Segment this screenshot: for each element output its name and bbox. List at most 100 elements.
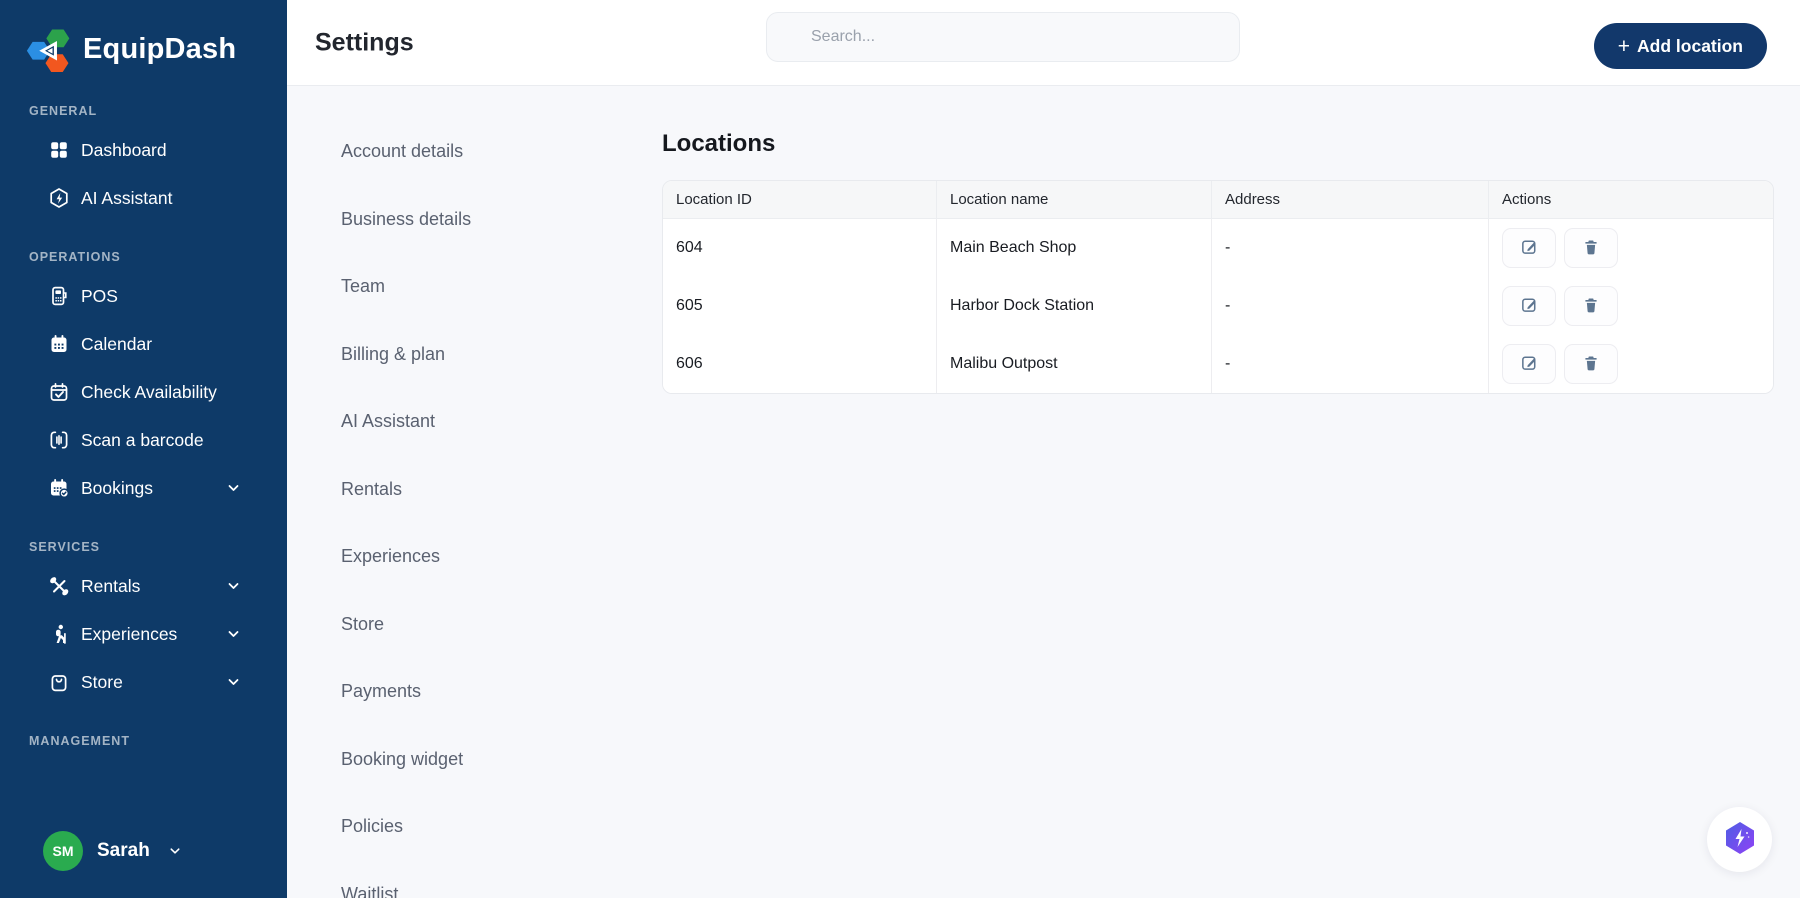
- add-location-button[interactable]: + Add location: [1593, 23, 1767, 69]
- cell-location-name: Main Beach Shop: [937, 219, 1212, 277]
- table-header-row: Location ID Location name Address Action…: [663, 181, 1773, 219]
- section-label-management: MANAGEMENT: [29, 734, 130, 748]
- cell-location-id: 606: [663, 335, 937, 393]
- shopping-bag-icon: [48, 671, 70, 693]
- row-actions: [1502, 344, 1760, 384]
- sidebar-item-label: POS: [81, 285, 118, 306]
- top-bar: Settings + Add location: [287, 0, 1800, 86]
- locations-section: Locations Location ID Location name Addr…: [662, 130, 1774, 394]
- main-area: Settings + Add location Account details …: [287, 0, 1800, 898]
- trash-icon: [1582, 354, 1600, 375]
- trash-icon: [1582, 296, 1600, 317]
- sidebar-item-label: Scan a barcode: [81, 429, 204, 450]
- row-actions: [1502, 228, 1760, 268]
- page-title: Settings: [315, 28, 414, 56]
- edit-location-button[interactable]: [1502, 286, 1556, 326]
- cell-location-name: Malibu Outpost: [937, 335, 1212, 393]
- user-menu[interactable]: SM Sarah: [43, 831, 182, 871]
- pos-terminal-icon: [48, 285, 70, 307]
- sidebar-item-ai-assistant[interactable]: AI Assistant: [48, 174, 269, 222]
- content-area: Account details Business details Team Bi…: [287, 86, 1800, 898]
- edit-location-button[interactable]: [1502, 344, 1556, 384]
- hexagon-lightning-icon: [1723, 821, 1757, 858]
- sidebar-item-experiences[interactable]: Experiences: [48, 610, 269, 658]
- cell-address: -: [1212, 335, 1489, 393]
- settings-menu-item-billing-plan[interactable]: Billing & plan: [341, 321, 471, 389]
- avatar: SM: [43, 831, 83, 871]
- cell-location-name: Harbor Dock Station: [937, 277, 1212, 335]
- settings-menu-item-rentals[interactable]: Rentals: [341, 456, 471, 524]
- settings-menu-item-booking-widget[interactable]: Booking widget: [341, 726, 471, 794]
- sidebar-item-calendar[interactable]: Calendar: [48, 320, 269, 368]
- sidebar-item-label: Rentals: [81, 575, 141, 596]
- edit-icon: [1520, 353, 1539, 375]
- cell-location-id: 604: [663, 219, 937, 277]
- settings-menu-item-payments[interactable]: Payments: [341, 658, 471, 726]
- sidebar-item-pos[interactable]: POS: [48, 272, 269, 320]
- calendar-check-icon: [48, 381, 70, 403]
- add-location-label: Add location: [1637, 35, 1743, 56]
- sidebar: EquipDash GENERAL Dashboard AI Assistant…: [0, 0, 287, 898]
- delete-location-button[interactable]: [1564, 286, 1618, 326]
- sidebar-item-scan-barcode[interactable]: Scan a barcode: [48, 416, 269, 464]
- equipdash-logo-icon: [26, 26, 72, 72]
- locations-table: Location ID Location name Address Action…: [662, 180, 1774, 394]
- chevron-down-icon: [226, 675, 241, 690]
- sidebar-item-store[interactable]: Store: [48, 658, 269, 706]
- edit-icon: [1520, 295, 1539, 317]
- table-row: 606 Malibu Outpost -: [663, 335, 1773, 393]
- column-header-actions: Actions: [1489, 181, 1773, 219]
- delete-location-button[interactable]: [1564, 228, 1618, 268]
- section-label-services: SERVICES: [29, 540, 100, 554]
- settings-menu-item-ai-assistant[interactable]: AI Assistant: [341, 388, 471, 456]
- sidebar-item-label: Experiences: [81, 623, 178, 644]
- cell-address: -: [1212, 219, 1489, 277]
- settings-menu-item-account-details[interactable]: Account details: [341, 118, 471, 186]
- brand-logo[interactable]: EquipDash: [0, 0, 287, 72]
- barcode-scan-icon: [48, 429, 70, 451]
- search-input[interactable]: [766, 12, 1240, 62]
- column-header-location-id: Location ID: [663, 181, 937, 219]
- calendar-badge-icon: [48, 477, 70, 499]
- sidebar-item-label: Store: [81, 671, 123, 692]
- settings-menu: Account details Business details Team Bi…: [341, 118, 471, 898]
- sidebar-nav: GENERAL Dashboard AI Assistant OPERATION…: [0, 104, 287, 748]
- chevron-down-icon: [226, 481, 241, 496]
- cell-location-id: 605: [663, 277, 937, 335]
- section-label-general: GENERAL: [29, 104, 98, 118]
- trash-icon: [1582, 238, 1600, 259]
- hiker-icon: [48, 623, 70, 645]
- sidebar-item-bookings[interactable]: Bookings: [48, 464, 269, 512]
- settings-menu-item-business-details[interactable]: Business details: [341, 186, 471, 254]
- settings-menu-item-experiences[interactable]: Experiences: [341, 523, 471, 591]
- delete-location-button[interactable]: [1564, 344, 1618, 384]
- plus-icon: +: [1617, 34, 1631, 58]
- settings-menu-item-store[interactable]: Store: [341, 591, 471, 659]
- chevron-down-icon: [168, 844, 182, 858]
- settings-menu-item-team[interactable]: Team: [341, 253, 471, 321]
- crossed-paddles-icon: [48, 575, 70, 597]
- sidebar-item-check-availability[interactable]: Check Availability: [48, 368, 269, 416]
- chevron-down-icon: [226, 579, 241, 594]
- settings-menu-item-policies[interactable]: Policies: [341, 793, 471, 861]
- sidebar-item-label: Check Availability: [81, 381, 217, 402]
- sidebar-item-label: Calendar: [81, 333, 153, 354]
- user-name: Sarah: [97, 840, 150, 861]
- hexagon-bolt-icon: [48, 187, 70, 209]
- sidebar-item-rentals[interactable]: Rentals: [48, 562, 269, 610]
- sidebar-item-dashboard[interactable]: Dashboard: [48, 126, 269, 174]
- locations-title: Locations: [662, 130, 776, 157]
- settings-menu-item-waitlist[interactable]: Waitlist: [341, 861, 471, 898]
- row-actions: [1502, 286, 1760, 326]
- cell-address: -: [1212, 277, 1489, 335]
- app-window: EquipDash GENERAL Dashboard AI Assistant…: [0, 0, 1800, 898]
- table-row: 605 Harbor Dock Station -: [663, 277, 1773, 335]
- sidebar-item-label: AI Assistant: [81, 187, 173, 208]
- table-row: 604 Main Beach Shop -: [663, 219, 1773, 277]
- ai-assistant-fab[interactable]: [1707, 807, 1772, 872]
- calendar-icon: [48, 333, 70, 355]
- column-header-address: Address: [1212, 181, 1489, 219]
- edit-location-button[interactable]: [1502, 228, 1556, 268]
- column-header-location-name: Location name: [937, 181, 1212, 219]
- brand-name: EquipDash: [83, 32, 237, 65]
